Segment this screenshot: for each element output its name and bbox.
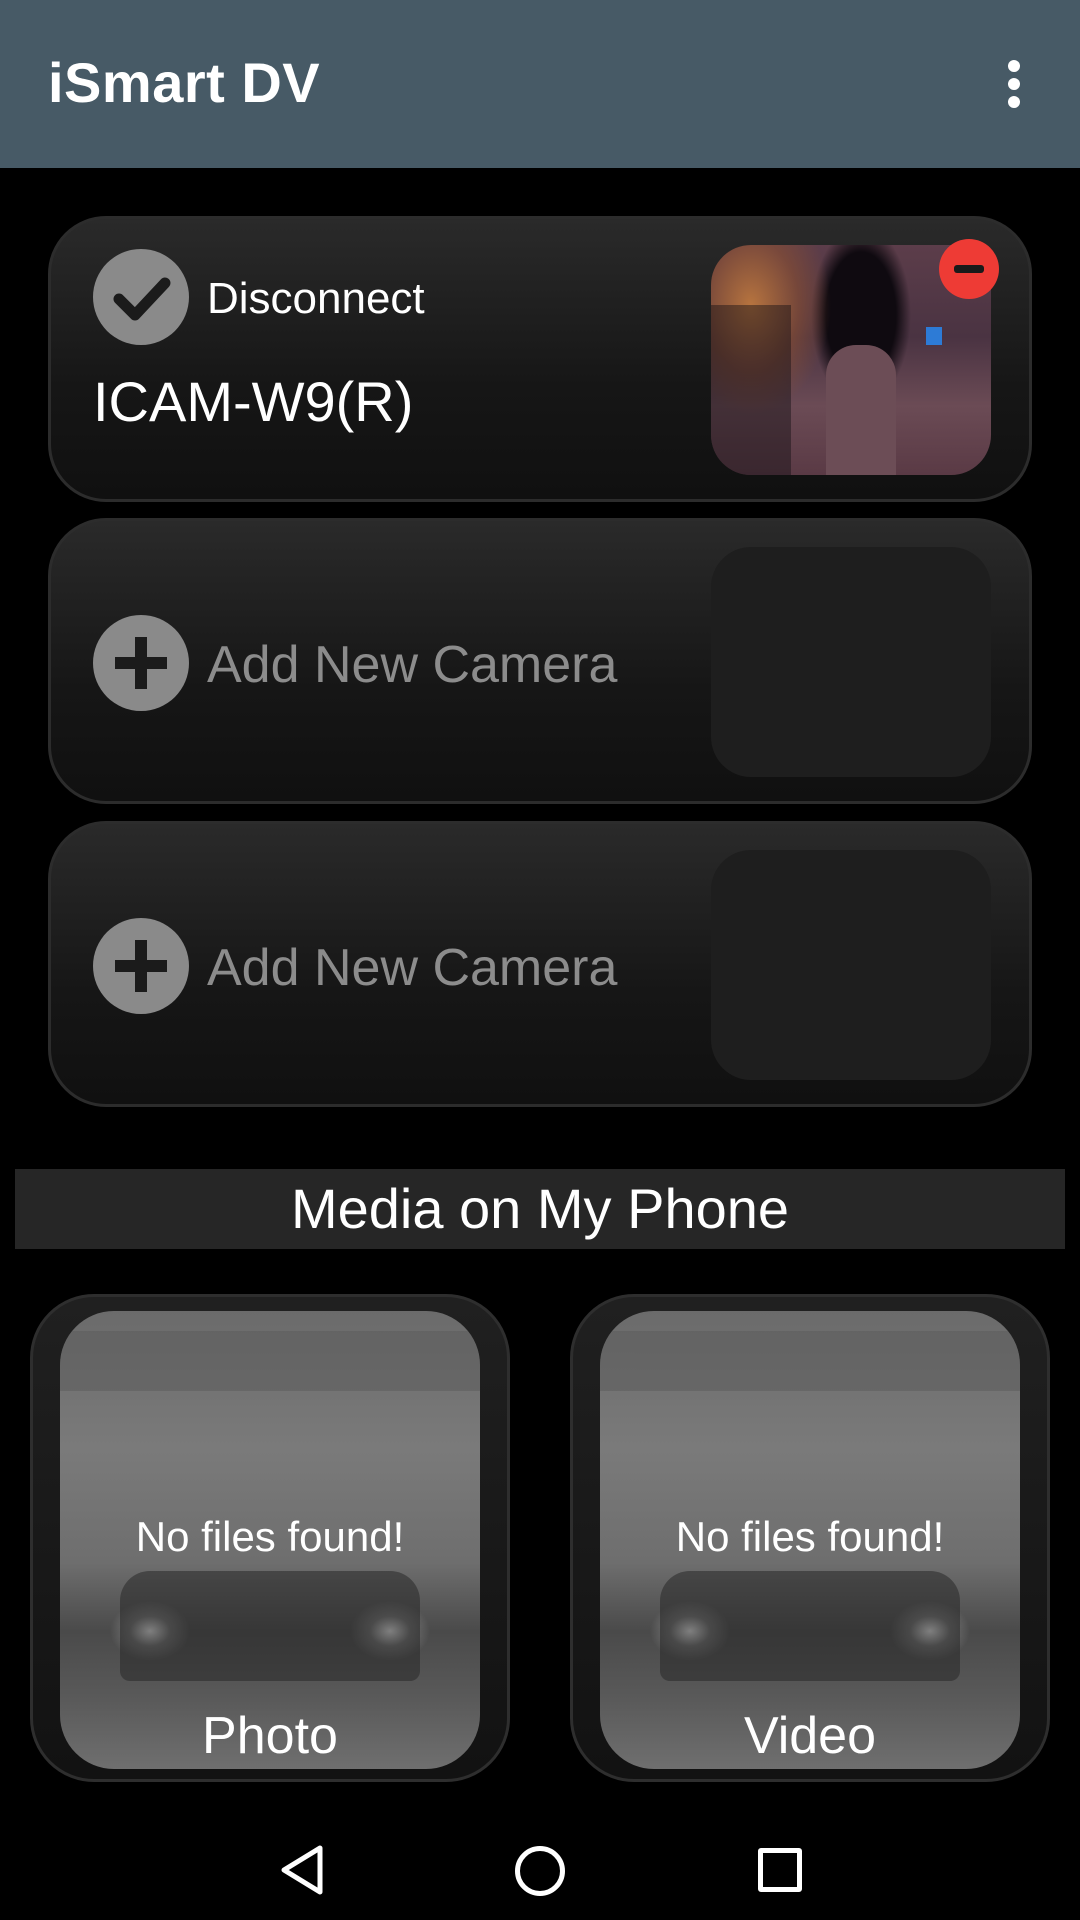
media-section-title: Media on My Phone: [15, 1169, 1065, 1249]
video-media-tile[interactable]: No files found! Video: [570, 1294, 1050, 1782]
add-circle-icon[interactable]: [93, 615, 189, 711]
camera-name: ICAM-W9(R): [93, 370, 414, 433]
add-camera-label[interactable]: Add New Camera: [207, 635, 617, 695]
system-nav-bar: [0, 1808, 1080, 1920]
video-tile-image[interactable]: No files found! Video: [600, 1311, 1020, 1769]
camera-card-connected[interactable]: Disconnect ICAM-W9(R): [48, 216, 1032, 502]
add-camera-card[interactable]: Add New Camera: [48, 821, 1032, 1107]
photo-label: Photo: [202, 1707, 338, 1765]
disconnect-label[interactable]: Disconnect: [207, 274, 425, 324]
add-camera-label[interactable]: Add New Camera: [207, 938, 617, 998]
more-vert-icon[interactable]: [990, 56, 1038, 112]
app-title: iSmart DV: [48, 51, 321, 114]
video-label: Video: [743, 1707, 877, 1765]
recents-square-icon[interactable]: [758, 1848, 802, 1892]
home-circle-icon[interactable]: [515, 1846, 565, 1896]
app-bar: iSmart DV: [0, 0, 1080, 168]
back-triangle-icon[interactable]: [278, 1844, 326, 1896]
check-circle-icon[interactable]: [93, 249, 189, 345]
photo-tile-image[interactable]: No files found! Photo: [60, 1311, 480, 1769]
add-camera-card[interactable]: Add New Camera: [48, 518, 1032, 804]
video-empty-message: No files found!: [675, 1513, 945, 1560]
camera-thumbnail-placeholder: [711, 850, 991, 1080]
remove-circle-icon[interactable]: [939, 239, 999, 299]
add-circle-icon[interactable]: [93, 918, 189, 1014]
camera-thumbnail-placeholder: [711, 547, 991, 777]
photo-empty-message: No files found!: [135, 1513, 405, 1560]
photo-media-tile[interactable]: No files found! Photo: [30, 1294, 510, 1782]
